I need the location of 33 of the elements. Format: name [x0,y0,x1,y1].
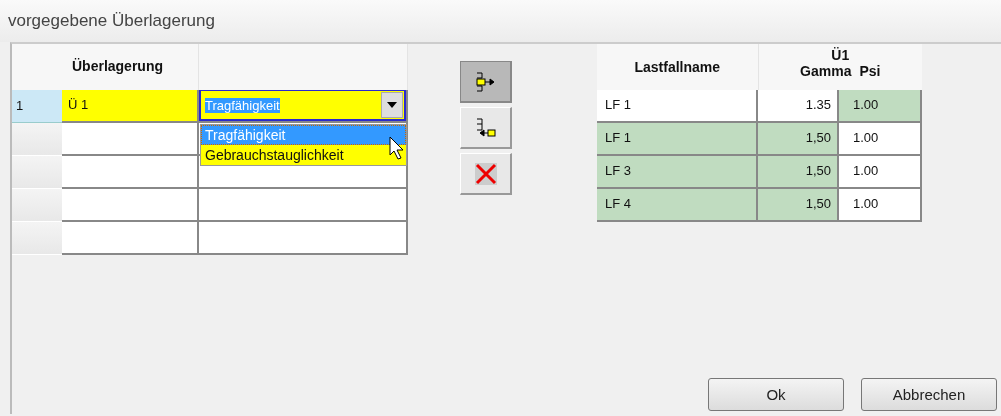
table-cell[interactable] [62,189,199,222]
dialog-button[interactable]: Abbrechen [861,378,997,411]
table-cell: LF 1 [597,90,758,123]
table-cell[interactable]: 1.35 [758,90,839,123]
table-cell[interactable] [199,189,408,222]
dropdown-option[interactable]: Gebrauchstauglichkeit [201,145,406,165]
column-header: Psi [859,63,881,79]
table-cell[interactable]: 1.00 [839,156,922,189]
table-cell[interactable] [62,222,199,255]
dialog-button[interactable]: Ok [708,378,844,411]
table-cell[interactable]: 1,50 [758,123,839,156]
table-cell: LF 3 [597,156,758,189]
window-title: vorgegebene Überlagerung [0,0,1001,42]
table-cell[interactable] [199,222,408,255]
column-header: Gamma [800,63,852,79]
column-header: Ü1 [831,47,850,63]
toolbar-button[interactable] [460,61,512,103]
table-cell[interactable] [62,156,199,189]
add-row-icon [474,70,497,93]
table-cell[interactable] [62,123,199,156]
caret-icon [387,102,397,108]
table-cell[interactable]: 1.00 [839,189,922,222]
row-header[interactable]: 1 [12,90,62,123]
table-cell[interactable]: 1,50 [758,189,839,222]
table-cell[interactable]: 1,50 [758,156,839,189]
table-cell[interactable]: 1.00 [839,123,922,156]
cursor-icon [389,136,405,160]
table-cell: LF 4 [597,189,758,222]
table-cell[interactable]: 1.00 [839,90,922,123]
remove-row-icon [474,116,497,139]
table-cell[interactable]: Ü 1 [62,90,199,123]
delete-icon [473,161,498,186]
table-cell: LF 1 [597,123,758,156]
